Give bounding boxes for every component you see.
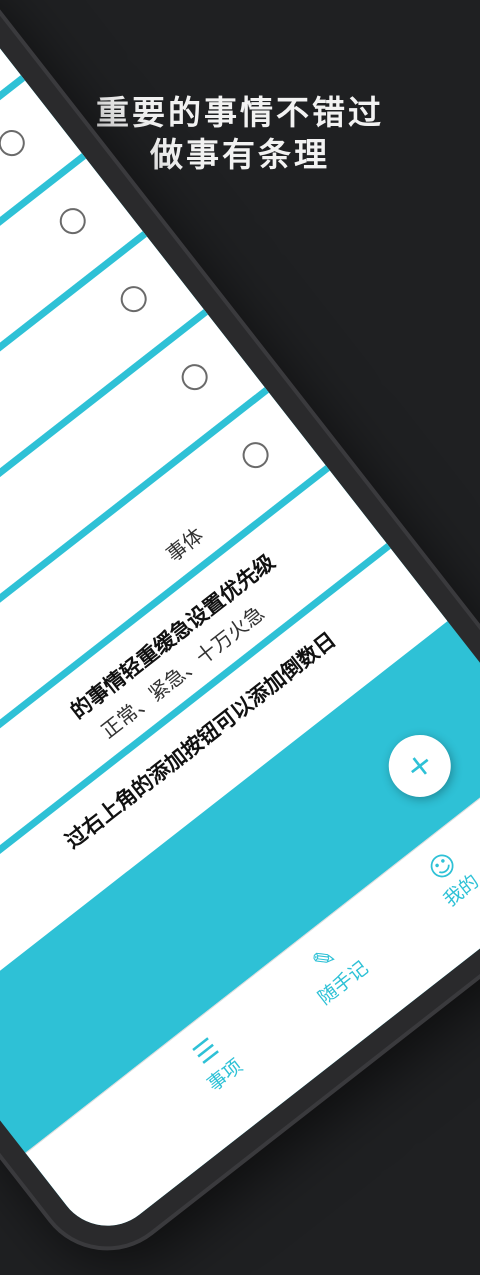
item-checkbox[interactable] (237, 436, 274, 474)
add-button[interactable]: + (376, 722, 464, 810)
item-checkbox[interactable] (0, 124, 31, 162)
item-detail: 事体 (161, 522, 208, 567)
app-screen: 事体 的事情轻重缓急设置优先级 正常、紧急、十万火急 过右上角的添加按钮可以添加… (0, 0, 480, 1247)
tab-mine[interactable]: ☺ 我的 (390, 821, 480, 934)
tab-notes[interactable]: ✎ 随手记 (272, 914, 394, 1027)
tab-events[interactable]: ☰ 事项 (154, 1006, 276, 1119)
item-checkbox[interactable] (54, 202, 91, 240)
item-checkbox[interactable] (115, 280, 152, 318)
phone-mockup: 事体 的事情轻重缓急设置优先级 正常、紧急、十万火急 过右上角的添加按钮可以添加… (0, 0, 480, 1275)
item-checkbox[interactable] (176, 358, 213, 396)
